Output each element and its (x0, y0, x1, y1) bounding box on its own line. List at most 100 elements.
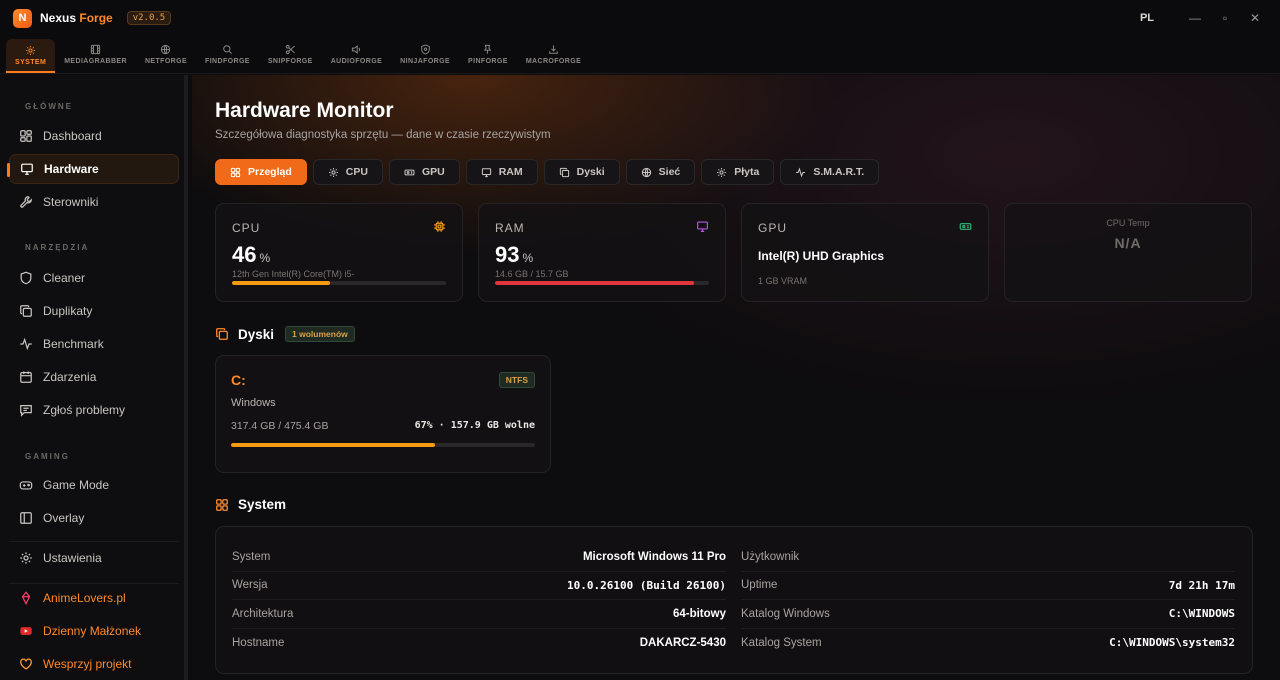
system-info-card: System Microsoft Windows 11 Pro Wersja 1… (215, 526, 1253, 674)
copy-icon (216, 328, 228, 340)
globe-icon (161, 44, 171, 55)
disk-free: 67% · 157.9 GB wolne (414, 420, 535, 431)
app-name: Nexus Forge (40, 11, 113, 25)
table-row: Katalog System C:\WINDOWS\system32 (741, 636, 1235, 650)
sidebar-item-overlay[interactable]: Overlay (9, 503, 179, 533)
tab-smart[interactable]: S.M.A.R.T. (780, 159, 880, 185)
globe-icon (641, 167, 651, 177)
gpu-card: GPU Intel(R) UHD Graphics 1 GB VRAM (741, 203, 989, 302)
hardware-tabs: Przegląd CPU GPU RAM Dyski Sieć Płyta S.… (215, 159, 880, 185)
sidebar-link-support[interactable]: Wesprzyj projekt (9, 649, 179, 679)
section-label-tools: NARZĘDZIA (25, 243, 90, 252)
cpu-usage-bar (232, 281, 446, 285)
title-bar: N Nexus Forge v2.0.5 PL — ▫ ✕ (0, 0, 1280, 36)
gpu-card-label: GPU (758, 221, 788, 235)
nav-audioforge[interactable]: AUDIOFORGE (322, 36, 391, 73)
sidebar-link-dzienny[interactable]: Dzienny Małżonek (9, 616, 179, 646)
cpu-temp-label: CPU Temp (1106, 218, 1150, 228)
minimize-button[interactable]: — (1180, 11, 1210, 25)
disks-section-header: Dyski 1 wolumenów (215, 326, 355, 342)
nav-ninjaforge[interactable]: NINJAFORGE (391, 36, 459, 73)
layout-icon (20, 512, 32, 524)
sidebar-link-animelovers[interactable]: AnimeLovers.pl (9, 583, 179, 613)
disk-card[interactable]: C: NTFS Windows 317.4 GB / 475.4 GB 67% … (215, 355, 551, 473)
main-content: Hardware Monitor Szczegółowa diagnostyka… (192, 75, 1280, 680)
tab-disks[interactable]: Dyski (543, 159, 620, 185)
pin-icon (484, 44, 492, 54)
sidebar-item-benchmark[interactable]: Benchmark (9, 329, 179, 359)
cpu-usage-fill (232, 281, 331, 285)
nav-snipforge[interactable]: SNIPFORGE (259, 36, 322, 73)
gear-icon (26, 45, 36, 55)
sidebar-item-events[interactable]: Zdarzenia (9, 362, 179, 392)
grid-icon (230, 167, 241, 177)
ram-usage-fill (495, 281, 695, 285)
nav-pinforge[interactable]: PINFORGE (459, 36, 517, 73)
cpu-usage-value: 46% (232, 242, 271, 267)
sidebar-item-gamemode[interactable]: Game Mode (9, 470, 179, 500)
disk-label: Windows (231, 397, 276, 409)
nav-macroforge[interactable]: MACROFORGE (517, 36, 590, 73)
download-icon (549, 45, 558, 54)
sidebar-item-cleaner[interactable]: Cleaner (9, 263, 179, 293)
sidebar: GŁÓWNE Dashboard Hardware Sterowniki NAR… (0, 75, 188, 680)
speaker-icon (351, 45, 360, 54)
disk-filesystem-badge: NTFS (498, 372, 535, 388)
system-section-header: System (215, 497, 286, 512)
language-button[interactable]: PL (1140, 12, 1154, 24)
cpu-card: CPU 46% 12th Gen Intel(R) Core(TM) i5- (215, 203, 463, 302)
system-info-right: Użytkownik Uptime 7d 21h 17m Katalog Win… (741, 543, 1235, 657)
diamond-icon (21, 591, 31, 605)
monitor-icon (697, 221, 708, 232)
activity-icon (796, 167, 806, 177)
sidebar-item-settings[interactable]: Ustawienia (9, 543, 179, 573)
cpu-temp-value: N/A (1114, 235, 1142, 251)
disk-usage-fill (231, 443, 435, 447)
gpu-name: Intel(R) UHD Graphics (758, 249, 885, 263)
maximize-button[interactable]: ▫ (1210, 11, 1240, 25)
sidebar-item-hardware[interactable]: Hardware (7, 154, 179, 184)
tab-ram[interactable]: RAM (465, 159, 538, 185)
tab-gpu[interactable]: GPU (388, 159, 460, 185)
activity-icon (20, 337, 32, 351)
nav-mediagrabber[interactable]: MEDIAGRABBER (55, 36, 136, 73)
ram-usage-value: 93% (495, 242, 534, 267)
film-icon (90, 44, 101, 55)
gamepad-icon (19, 481, 33, 490)
sidebar-item-drivers[interactable]: Sterowniki (9, 187, 179, 217)
message-icon (20, 405, 32, 417)
cpu-temp-card: CPU Temp N/A (1004, 203, 1252, 302)
table-row: Katalog Windows C:\WINDOWS (741, 600, 1235, 629)
tab-cpu[interactable]: CPU (312, 159, 383, 185)
sidebar-item-report[interactable]: Zgłoś problemy (9, 395, 179, 425)
shield-icon (420, 44, 430, 55)
youtube-icon (20, 627, 32, 635)
version-badge: v2.0.5 (126, 11, 172, 25)
tab-network[interactable]: Sieć (625, 159, 696, 185)
scissors-icon (285, 44, 295, 55)
sidebar-item-dashboard[interactable]: Dashboard (9, 121, 179, 151)
disk-usage-bar (231, 443, 535, 447)
tab-board[interactable]: Płyta (701, 159, 775, 185)
sidebar-item-duplicates[interactable]: Duplikaty (9, 296, 179, 326)
table-row: System Microsoft Windows 11 Pro (232, 543, 726, 572)
ram-card: RAM 93% 14.6 GB / 15.7 GB (478, 203, 726, 302)
table-row: Hostname DAKARCZ-5430 (232, 636, 726, 649)
tab-overview[interactable]: Przegląd (215, 159, 307, 185)
cpu-model: 12th Gen Intel(R) Core(TM) i5- (232, 269, 355, 279)
nav-findforge[interactable]: FINDFORGE (196, 36, 259, 73)
nav-system[interactable]: SYSTEM (6, 39, 56, 73)
nav-netforge[interactable]: NETFORGE (136, 36, 196, 73)
disk-letter: C: (231, 372, 246, 388)
system-section-title: System (238, 497, 287, 512)
shield-icon (20, 271, 32, 285)
search-icon (223, 45, 232, 54)
close-button[interactable]: ✕ (1240, 11, 1270, 25)
dashboard-icon (20, 130, 32, 142)
table-row: Uptime 7d 21h 17m (741, 572, 1235, 600)
ram-usage-bar (495, 281, 709, 285)
gear-icon (717, 167, 727, 177)
table-row: Wersja 10.0.26100 (Build 26100) (232, 572, 726, 600)
module-nav: SYSTEM MEDIAGRABBER NETFORGE FINDFORGE S… (0, 36, 1280, 74)
monitor-icon (21, 163, 33, 175)
